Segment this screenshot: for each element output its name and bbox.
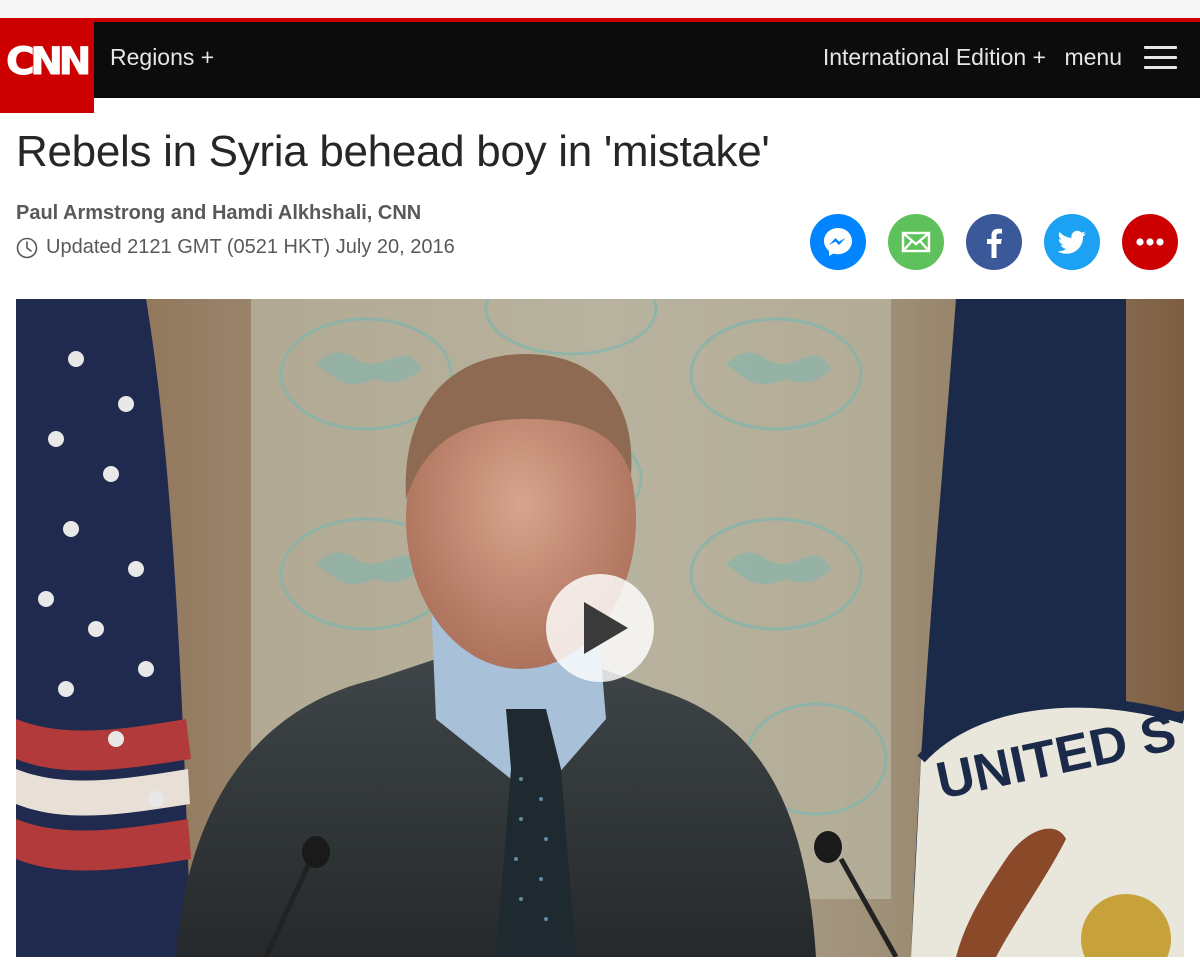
messenger-share-button[interactable] xyxy=(810,214,866,270)
clock-icon xyxy=(16,237,38,259)
facebook-icon xyxy=(987,228,1002,258)
cnn-logo[interactable]: CNN xyxy=(0,22,94,113)
article-headline: Rebels in Syria behead boy in 'mistake' xyxy=(16,127,770,176)
play-icon xyxy=(584,602,628,654)
twitter-icon xyxy=(1057,230,1086,254)
email-share-button[interactable] xyxy=(888,214,944,270)
twitter-share-button[interactable] xyxy=(1044,214,1100,270)
top-strip xyxy=(0,0,1200,18)
article-byline: Paul Armstrong and Hamdi Alkhshali, CNN xyxy=(16,202,422,224)
timestamp-text: Updated 2121 GMT (0521 HKT) July 20, 201… xyxy=(46,236,455,258)
logo-text: CNN xyxy=(6,40,92,84)
hamburger-icon[interactable] xyxy=(1144,46,1177,70)
play-button[interactable] xyxy=(546,574,654,682)
article-timestamp: Updated 2121 GMT (0521 HKT) July 20, 201… xyxy=(16,236,455,259)
more-share-button[interactable] xyxy=(1122,214,1178,270)
more-icon xyxy=(1136,238,1164,246)
messenger-icon xyxy=(824,228,852,256)
facebook-share-button[interactable] xyxy=(966,214,1022,270)
edition-selector[interactable]: International Edition + xyxy=(823,44,1046,71)
menu-label[interactable]: menu xyxy=(1064,44,1122,71)
email-icon xyxy=(901,231,931,253)
regions-menu[interactable]: Regions + xyxy=(110,44,214,71)
